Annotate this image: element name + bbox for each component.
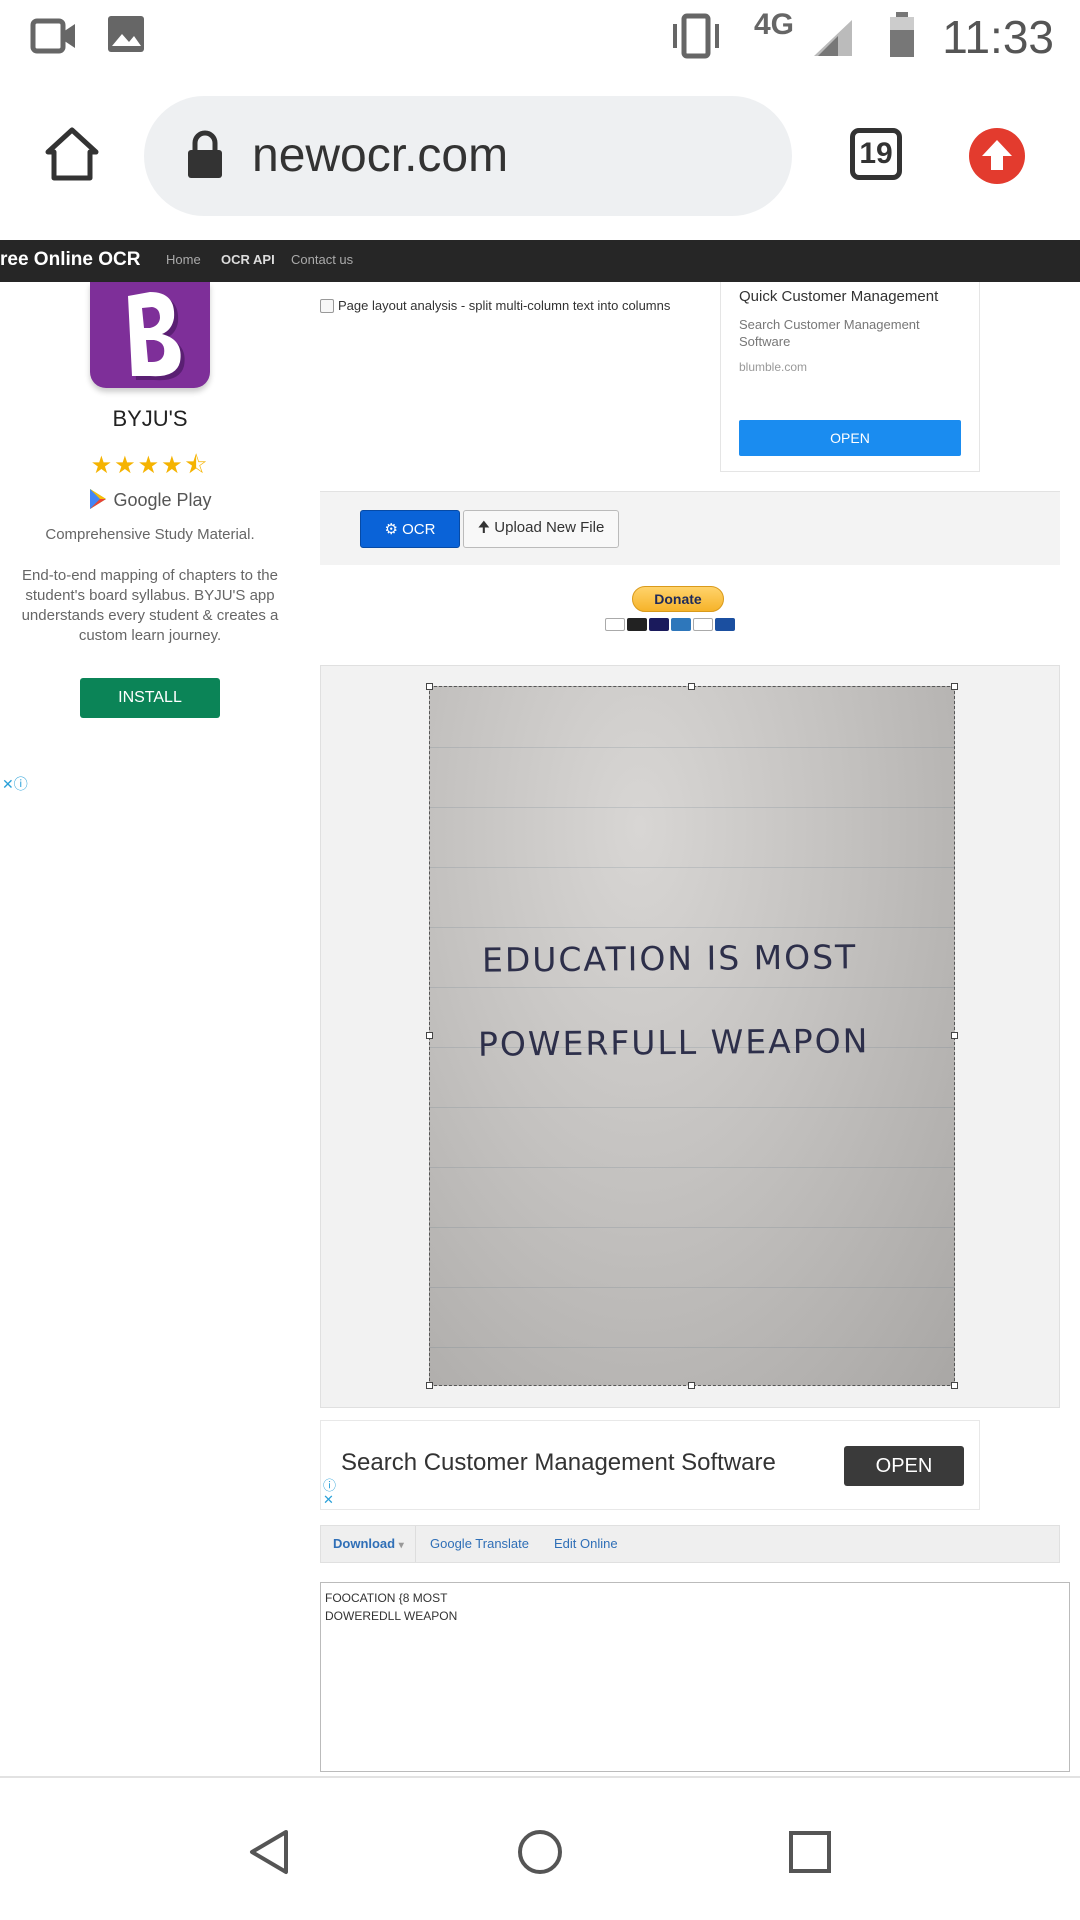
ocr-result-textarea[interactable]: FOOCATION {8 MOST DOWEREDLL WEAPON	[320, 1582, 1070, 1772]
crop-handle[interactable]	[426, 1032, 433, 1039]
status-bar: 4G 11:33	[0, 0, 1080, 72]
ad-choices-icon[interactable]: ✕ⓘ	[2, 774, 28, 794]
vibrate-icon	[673, 13, 719, 59]
image-preview-panel: EDUCATION IS MOST POWERFULL WEAPON	[320, 665, 1060, 1408]
signal-icon	[814, 20, 852, 56]
browser-toolbar: newocr.com 19	[0, 72, 1080, 240]
network-type: 4G	[754, 8, 795, 41]
right-ad-open-button[interactable]: OPEN	[739, 420, 961, 456]
install-button[interactable]: INSTALL	[80, 678, 220, 718]
google-play-badge[interactable]: Google Play	[0, 488, 300, 511]
site-navbar: ree Online OCR Home OCR API Contact us	[0, 240, 1080, 282]
lock-icon	[188, 130, 222, 178]
home-icon[interactable]	[44, 126, 100, 182]
paper-line	[430, 1227, 954, 1228]
paper-line	[430, 1107, 954, 1108]
donate-button[interactable]: Donate	[632, 586, 724, 612]
mastercard-icon	[627, 618, 647, 631]
paper-line	[430, 1287, 954, 1288]
divider	[415, 1526, 416, 1562]
ad-description: End-to-end mapping of chapters to the st…	[21, 567, 279, 644]
upload-arrow-icon: 🠉	[477, 518, 495, 536]
crop-handle[interactable]	[688, 1382, 695, 1389]
crop-handle[interactable]	[951, 683, 958, 690]
ad-choices-icon[interactable]: ⓘ ✕	[323, 1479, 336, 1507]
back-icon[interactable]	[246, 1828, 292, 1876]
nav-home-link[interactable]: Home	[166, 252, 201, 267]
bottom-ad: Search Customer Management Software OPEN…	[320, 1420, 980, 1510]
ad-tagline: Comprehensive Study Material.	[45, 526, 255, 543]
crop-handle[interactable]	[688, 683, 695, 690]
ocr-button[interactable]: ⚙ OCR	[360, 510, 460, 548]
bottom-ad-open-button[interactable]: OPEN	[844, 1446, 964, 1486]
maestro-card-icon	[649, 618, 669, 631]
paper-line	[430, 747, 954, 748]
ocr-button-label: OCR	[402, 521, 436, 538]
handwritten-line-2: POWERFULL WEAPON	[477, 1021, 870, 1064]
layout-analysis-option[interactable]: Page layout analysis - split multi-colum…	[320, 298, 670, 313]
home-circle-icon[interactable]	[516, 1828, 564, 1876]
gear-icon: ⚙	[384, 521, 403, 538]
download-dropdown[interactable]: Download ▾	[333, 1536, 404, 1551]
site-brand[interactable]: ree Online OCR	[0, 249, 140, 271]
paper-line	[430, 867, 954, 868]
arrow-up-icon	[982, 140, 1012, 170]
battery-icon	[890, 12, 914, 57]
right-ad-title[interactable]: Quick Customer Management	[739, 288, 938, 305]
nav-contact-link[interactable]: Contact us	[291, 252, 353, 267]
paper-line	[430, 1167, 954, 1168]
uploaded-image[interactable]: EDUCATION IS MOST POWERFULL WEAPON	[429, 686, 955, 1386]
paper-line	[430, 807, 954, 808]
upload-new-file-button[interactable]: 🠉 Upload New File	[463, 510, 619, 548]
right-ad: Quick Customer Management Search Custome…	[720, 282, 980, 472]
right-ad-subtitle: Search Customer Management Software	[739, 317, 920, 349]
right-ad-domain: blumble.com	[739, 360, 808, 374]
edit-online-link[interactable]: Edit Online	[554, 1536, 618, 1551]
visa-card-icon	[605, 618, 625, 631]
gallery-icon	[108, 16, 144, 52]
byjus-app-icon[interactable]	[90, 282, 210, 388]
paper-line	[430, 987, 954, 988]
ocr-toolbar: ⚙ OCR 🠉 Upload New File	[320, 491, 1060, 565]
paper-line	[430, 1347, 954, 1348]
recents-icon[interactable]	[788, 1830, 832, 1874]
byjus-logo-icon	[128, 292, 185, 381]
crop-handle[interactable]	[951, 1032, 958, 1039]
donate-widget: Donate	[605, 586, 755, 636]
url-text: newocr.com	[252, 129, 509, 182]
upload-button-label: Upload New File	[494, 518, 605, 536]
crop-handle[interactable]	[426, 1382, 433, 1389]
tab-switcher-button[interactable]: 19	[850, 128, 902, 180]
crop-handle[interactable]	[426, 683, 433, 690]
layout-analysis-checkbox[interactable]	[320, 298, 334, 313]
bottom-ad-text[interactable]: Search Customer Management Software	[341, 1449, 776, 1477]
rating-stars: ★★★★⯪	[90, 452, 210, 479]
handwritten-line-1: EDUCATION IS MOST	[481, 937, 858, 980]
address-bar[interactable]: newocr.com	[144, 96, 792, 216]
left-app-ad: BYJU'S ★★★★⯪ Google Play Comprehensive S…	[0, 282, 300, 782]
download-label: Download	[333, 1536, 396, 1551]
amex-card-icon	[671, 618, 691, 631]
google-translate-link[interactable]: Google Translate	[430, 1536, 529, 1551]
paper-line	[430, 927, 954, 928]
discover-card-icon	[693, 618, 713, 631]
clock: 11:33	[942, 11, 1054, 63]
jcb-card-icon	[715, 618, 735, 631]
chevron-down-icon: ▾	[398, 1540, 404, 1551]
crop-handle[interactable]	[951, 1382, 958, 1389]
system-navigation-bar	[0, 1776, 1080, 1920]
nav-ocr-api-link[interactable]: OCR API	[221, 252, 275, 267]
result-toolbar: Download ▾ Google Translate Edit Online	[320, 1525, 1060, 1563]
app-name: BYJU'S	[112, 406, 188, 431]
update-button[interactable]	[969, 128, 1025, 184]
video-camera-icon	[30, 18, 75, 54]
layout-analysis-label: Page layout analysis - split multi-colum…	[338, 298, 671, 313]
google-play-icon	[90, 489, 107, 509]
store-name: Google Play	[113, 490, 212, 510]
